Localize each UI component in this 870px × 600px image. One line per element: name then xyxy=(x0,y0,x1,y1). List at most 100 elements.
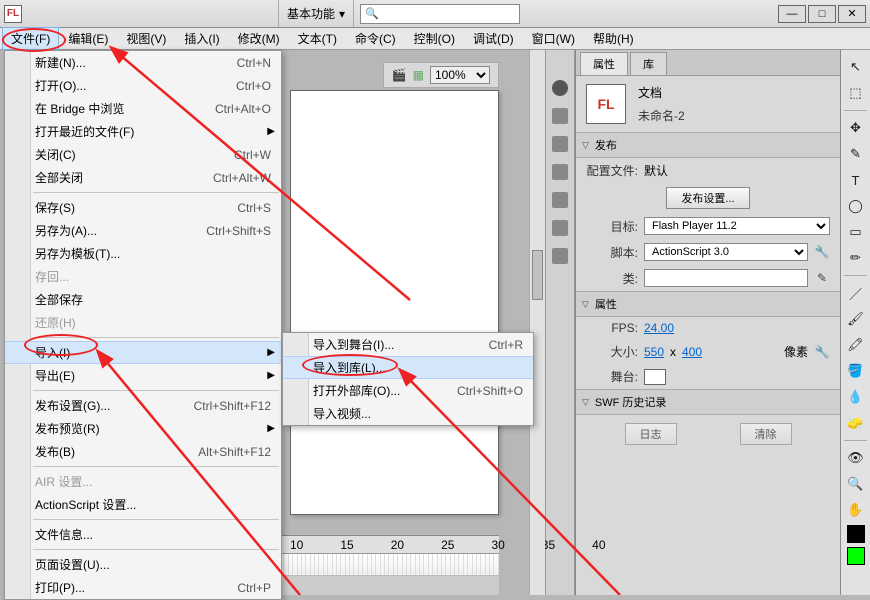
doc-type-label: 文档 xyxy=(638,84,685,101)
dock-icon[interactable] xyxy=(552,248,568,264)
tab-properties[interactable]: 属性 xyxy=(580,52,628,75)
menu-item[interactable]: 页面设置(U)... xyxy=(5,553,281,576)
tool-button[interactable]: ▭ xyxy=(845,221,867,243)
tool-button[interactable]: ↖ xyxy=(845,56,867,78)
menu-item[interactable]: 发布设置(G)...Ctrl+Shift+F12 xyxy=(5,394,281,417)
class-label: 类: xyxy=(586,270,638,287)
menu-插入[interactable]: 插入(I) xyxy=(175,27,228,50)
menu-item[interactable]: 打开(O)...Ctrl+O xyxy=(5,74,281,97)
dock-icon[interactable] xyxy=(552,192,568,208)
menu-item[interactable]: 导出(E)▶ xyxy=(5,364,281,387)
tool-button[interactable]: 💧 xyxy=(845,386,867,408)
menu-item[interactable]: 文件信息... xyxy=(5,523,281,546)
height-value[interactable]: 400 xyxy=(682,345,702,359)
dock-icon[interactable] xyxy=(552,136,568,152)
menu-文件[interactable]: 文件(F) xyxy=(2,27,59,50)
menu-item[interactable]: 新建(N)...Ctrl+N xyxy=(5,51,281,74)
menu-item[interactable]: 导入到库(L)... xyxy=(283,356,533,379)
vertical-scrollbar[interactable] xyxy=(529,50,545,595)
tool-button[interactable]: ✏ xyxy=(845,247,867,269)
tool-button[interactable]: 🧽 xyxy=(845,412,867,434)
menu-命令[interactable]: 命令(C) xyxy=(346,27,405,50)
scene-icon[interactable]: 🎬 xyxy=(392,68,407,82)
props-section-header[interactable]: 属性 xyxy=(576,291,840,317)
swf-history-header[interactable]: SWF 历史记录 xyxy=(576,389,840,415)
dock-icon[interactable] xyxy=(552,80,568,96)
menu-item: 存回... xyxy=(5,265,281,288)
panel-tabs: 属性 库 xyxy=(576,50,840,76)
tool-button[interactable]: ／ xyxy=(845,282,867,304)
tool-button[interactable]: ◯ xyxy=(845,195,867,217)
minimize-button[interactable]: ― xyxy=(778,5,806,23)
script-label: 脚本: xyxy=(586,244,638,261)
symbol-icon[interactable]: ▦ xyxy=(413,68,424,82)
tool-button[interactable]: 🖌 xyxy=(845,308,867,330)
width-value[interactable]: 550 xyxy=(644,345,664,359)
publish-section-header[interactable]: 发布 xyxy=(576,132,840,158)
menu-item[interactable]: 发布(B)Alt+Shift+F12 xyxy=(5,440,281,463)
tab-library[interactable]: 库 xyxy=(630,52,667,75)
workspace-switcher[interactable]: 基本功能 ▾ xyxy=(278,0,354,27)
tool-button[interactable]: 🖍 xyxy=(845,334,867,356)
profile-value: 默认 xyxy=(644,162,668,179)
timeline-track[interactable] xyxy=(280,554,499,576)
tool-button[interactable]: T xyxy=(845,169,867,191)
menu-文本[interactable]: 文本(T) xyxy=(289,27,346,50)
tool-button[interactable]: ✋ xyxy=(845,499,867,521)
timeline[interactable]: 10152025303540 xyxy=(280,535,499,595)
menu-item[interactable]: ActionScript 设置... xyxy=(5,493,281,516)
profile-label: 配置文件: xyxy=(586,162,638,179)
dock-icon[interactable] xyxy=(552,164,568,180)
menu-窗口[interactable]: 窗口(W) xyxy=(523,27,584,50)
menu-item[interactable]: 另存为模板(T)... xyxy=(5,242,281,265)
fps-value[interactable]: 24.00 xyxy=(644,321,674,335)
zoom-select[interactable]: 100% xyxy=(430,66,490,84)
tool-button[interactable]: ✥ xyxy=(845,117,867,139)
menu-item[interactable]: 导入视频... xyxy=(283,402,533,425)
dock-icon[interactable] xyxy=(552,108,568,124)
fill-color[interactable] xyxy=(847,547,865,565)
panel-dock xyxy=(545,50,575,595)
menu-调试[interactable]: 调试(D) xyxy=(464,27,523,50)
workspace-label: 基本功能 xyxy=(287,5,335,22)
menu-item[interactable]: 发布预览(R)▶ xyxy=(5,417,281,440)
target-select[interactable]: Flash Player 11.2 xyxy=(644,217,830,235)
wrench-icon[interactable]: 🔧 xyxy=(814,344,830,360)
dock-icon[interactable] xyxy=(552,220,568,236)
menu-item[interactable]: 保存(S)Ctrl+S xyxy=(5,196,281,219)
menu-item[interactable]: 打开最近的文件(F)▶ xyxy=(5,120,281,143)
scrollbar-thumb[interactable] xyxy=(532,250,543,300)
script-select[interactable]: ActionScript 3.0 xyxy=(644,243,808,261)
edit-icon[interactable]: ✎ xyxy=(814,270,830,286)
stage-canvas[interactable] xyxy=(290,90,499,515)
stroke-color[interactable] xyxy=(847,525,865,543)
menu-item[interactable]: 另存为(A)...Ctrl+Shift+S xyxy=(5,219,281,242)
menu-item[interactable]: 导入到舞台(I)...Ctrl+R xyxy=(283,333,533,356)
menu-item[interactable]: 打开外部库(O)...Ctrl+Shift+O xyxy=(283,379,533,402)
menu-编辑[interactable]: 编辑(E) xyxy=(59,27,117,50)
menu-帮助[interactable]: 帮助(H) xyxy=(584,27,643,50)
menu-item[interactable]: 打印(P)...Ctrl+P xyxy=(5,576,281,599)
tool-button[interactable]: 🔍 xyxy=(845,473,867,495)
maximize-button[interactable]: □ xyxy=(808,5,836,23)
log-button[interactable]: 日志 xyxy=(625,423,677,445)
publish-settings-button[interactable]: 发布设置... xyxy=(666,187,749,209)
clear-button[interactable]: 清除 xyxy=(740,423,792,445)
menu-item[interactable]: 全部关闭Ctrl+Alt+W xyxy=(5,166,281,189)
menu-item[interactable]: 关闭(C)Ctrl+W xyxy=(5,143,281,166)
menu-item[interactable]: 在 Bridge 中浏览Ctrl+Alt+O xyxy=(5,97,281,120)
tool-button[interactable]: ⬚ xyxy=(845,82,867,104)
search-input[interactable] xyxy=(360,4,520,24)
menu-修改[interactable]: 修改(M) xyxy=(229,27,289,50)
stage-color-chip[interactable] xyxy=(644,369,666,385)
menu-item[interactable]: 导入(I)▶ xyxy=(5,341,281,364)
close-button[interactable]: ✕ xyxy=(838,5,866,23)
menu-item[interactable]: 全部保存 xyxy=(5,288,281,311)
menu-控制[interactable]: 控制(O) xyxy=(405,27,464,50)
tool-button[interactable]: ✎ xyxy=(845,143,867,165)
wrench-icon[interactable]: 🔧 xyxy=(814,244,830,260)
tool-button[interactable]: 🪣 xyxy=(845,360,867,382)
menu-视图[interactable]: 视图(V) xyxy=(117,27,175,50)
class-input[interactable] xyxy=(644,269,808,287)
tool-button[interactable]: 👁 xyxy=(845,447,867,469)
